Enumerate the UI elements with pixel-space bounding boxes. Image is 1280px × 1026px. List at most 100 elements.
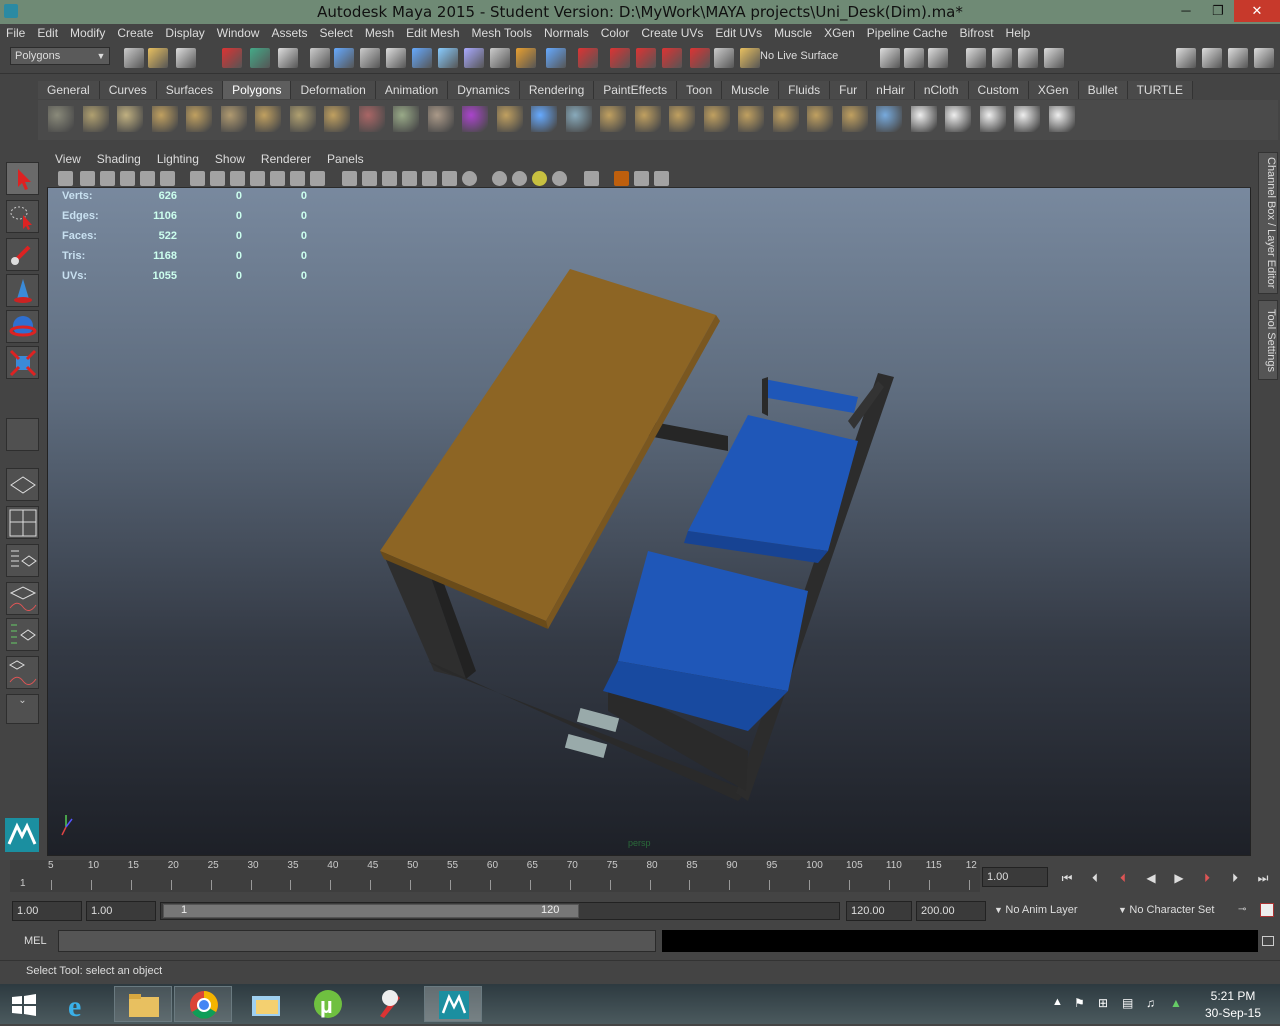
panel-tool-icon[interactable]	[80, 171, 95, 186]
status-line-tool-icon[interactable]	[148, 48, 168, 68]
status-line-tool-icon[interactable]	[636, 48, 656, 68]
shelf-tab-deformation[interactable]: Deformation	[291, 81, 376, 99]
panel-tool-icon[interactable]	[584, 171, 599, 186]
panel-tool-icon[interactable]	[230, 171, 245, 186]
render-tool-icon[interactable]	[904, 48, 924, 68]
mel-input[interactable]	[58, 930, 656, 952]
menu-bifrost[interactable]: Bifrost	[954, 24, 1000, 42]
hypershade-layout[interactable]	[6, 618, 39, 651]
status-line-tool-icon[interactable]	[360, 48, 380, 68]
panel-tool-icon[interactable]	[210, 171, 225, 186]
shelf-tab-curves[interactable]: Curves	[99, 81, 157, 99]
go-to-end-button[interactable]: ⏭	[1252, 868, 1274, 888]
shelf-tab-general[interactable]: General	[38, 81, 100, 99]
step-back-frame-button[interactable]: ⏴	[1112, 868, 1134, 888]
shelf-tool-icon[interactable]	[48, 106, 74, 132]
status-line-tool-icon[interactable]	[334, 48, 354, 68]
panel-tool-icon[interactable]	[492, 171, 507, 186]
shelf-tab-xgen[interactable]: XGen	[1028, 81, 1079, 99]
shelf-tool-icon[interactable]	[841, 106, 868, 132]
close-button[interactable]: ✕	[1234, 0, 1280, 22]
status-line-tool-icon[interactable]	[176, 48, 196, 68]
panel-tool-icon[interactable]	[160, 171, 175, 186]
render-tool-icon[interactable]	[1254, 48, 1274, 68]
menu-muscle[interactable]: Muscle	[768, 24, 818, 42]
shelf-tab-custom[interactable]: Custom	[968, 81, 1029, 99]
panel-tool-icon[interactable]	[654, 171, 669, 186]
panel-tool-icon[interactable]	[382, 171, 397, 186]
menu-set-select[interactable]: Polygons ▼	[10, 47, 110, 65]
render-tool-icon[interactable]	[1176, 48, 1196, 68]
shelf-tool-icon[interactable]	[324, 106, 350, 132]
shelf-tab-bullet[interactable]: Bullet	[1078, 81, 1128, 99]
status-line-tool-icon[interactable]	[412, 48, 432, 68]
move-tool-button[interactable]	[6, 274, 39, 307]
playback-start-field[interactable]: 1.00	[86, 901, 156, 921]
range-slider[interactable]: 1 120	[160, 902, 840, 920]
status-line-tool-icon[interactable]	[124, 48, 144, 68]
last-tool-button[interactable]	[6, 418, 39, 451]
tab-tool-settings[interactable]: Tool Settings	[1258, 300, 1278, 380]
panel-tool-icon[interactable]	[462, 171, 477, 186]
shelf-tool-icon[interactable]	[427, 106, 454, 132]
status-line-tool-icon[interactable]	[740, 48, 760, 68]
menu-create[interactable]: Create	[111, 24, 159, 42]
shelf-tab-rendering[interactable]: Rendering	[519, 81, 595, 99]
panel-tool-icon[interactable]	[290, 171, 305, 186]
panel-tool-icon[interactable]	[634, 171, 649, 186]
lasso-tool-button[interactable]	[6, 200, 39, 233]
current-frame-field[interactable]: 1.00	[982, 867, 1048, 887]
shelf-tab-ncloth[interactable]: nCloth	[914, 81, 969, 99]
tray-network-icon[interactable]: ▤	[1122, 996, 1133, 1010]
character-set-select[interactable]: ▼ No Character Set	[1114, 901, 1232, 921]
shelf-tab-surfaces[interactable]: Surfaces	[156, 81, 224, 99]
render-tool-icon[interactable]	[880, 48, 900, 68]
menu-window[interactable]: Window	[211, 24, 266, 42]
shelf-tool-icon[interactable]	[186, 106, 212, 132]
taskbar-chrome[interactable]	[174, 986, 232, 1022]
menu-help[interactable]: Help	[1000, 24, 1037, 42]
status-line-tool-icon[interactable]	[250, 48, 270, 68]
panel-tool-icon[interactable]	[362, 171, 377, 186]
status-line-tool-icon[interactable]	[386, 48, 406, 68]
shelf-tool-icon[interactable]	[151, 106, 178, 132]
panel-tool-icon[interactable]	[140, 171, 155, 186]
menu-pipeline-cache[interactable]: Pipeline Cache	[861, 24, 954, 42]
shelf-tool-icon[interactable]	[945, 106, 971, 132]
menu-xgen[interactable]: XGen	[818, 24, 861, 42]
panel-tool-icon[interactable]	[250, 171, 265, 186]
paint-select-button[interactable]	[6, 238, 39, 271]
menu-select[interactable]: Select	[313, 24, 358, 42]
shelf-tab-dynamics[interactable]: Dynamics	[448, 81, 520, 99]
panel-menu-panels[interactable]: Panels	[319, 150, 372, 168]
panel-menu-show[interactable]: Show	[207, 150, 253, 168]
menu-display[interactable]: Display	[159, 24, 210, 42]
panel-menu-lighting[interactable]: Lighting	[149, 150, 207, 168]
menu-modify[interactable]: Modify	[64, 24, 111, 42]
menu-edit[interactable]: Edit	[31, 24, 64, 42]
time-slider[interactable]: 1 5 10 15 20 25 30 35 40 45 50 55 60 65 70 75 80 85 90 95 10…	[10, 860, 980, 892]
taskbar-paint[interactable]	[360, 986, 418, 1022]
render-tool-icon[interactable]	[966, 48, 986, 68]
shelf-tool-icon[interactable]	[531, 106, 557, 132]
tray-volume-icon[interactable]: ♫	[1146, 996, 1155, 1010]
status-line-tool-icon[interactable]	[714, 48, 734, 68]
select-tool-button[interactable]	[6, 162, 39, 195]
persp-graph-layout[interactable]	[6, 582, 39, 615]
shelf-tool-icon[interactable]	[1014, 106, 1040, 132]
shelf-tool-icon[interactable]	[255, 106, 281, 132]
panel-tool-icon[interactable]	[532, 171, 547, 186]
shelf-tool-icon[interactable]	[876, 106, 902, 132]
shelf-tool-icon[interactable]	[979, 106, 1006, 132]
render-tool-icon[interactable]	[1018, 48, 1038, 68]
shelf-tab-toon[interactable]: Toon	[677, 81, 723, 99]
menu-normals[interactable]: Normals	[538, 24, 595, 42]
menu-mesh[interactable]: Mesh	[359, 24, 400, 42]
step-forward-key-button[interactable]: ⏵	[1224, 868, 1246, 888]
playback-end-field[interactable]: 120.00	[846, 901, 912, 921]
status-line-tool-icon[interactable]	[516, 48, 536, 68]
panel-tool-icon[interactable]	[614, 171, 629, 186]
shelf-tab-nhair[interactable]: nHair	[867, 81, 915, 99]
shelf-tool-icon[interactable]	[117, 106, 143, 132]
status-line-tool-icon[interactable]	[438, 48, 458, 68]
